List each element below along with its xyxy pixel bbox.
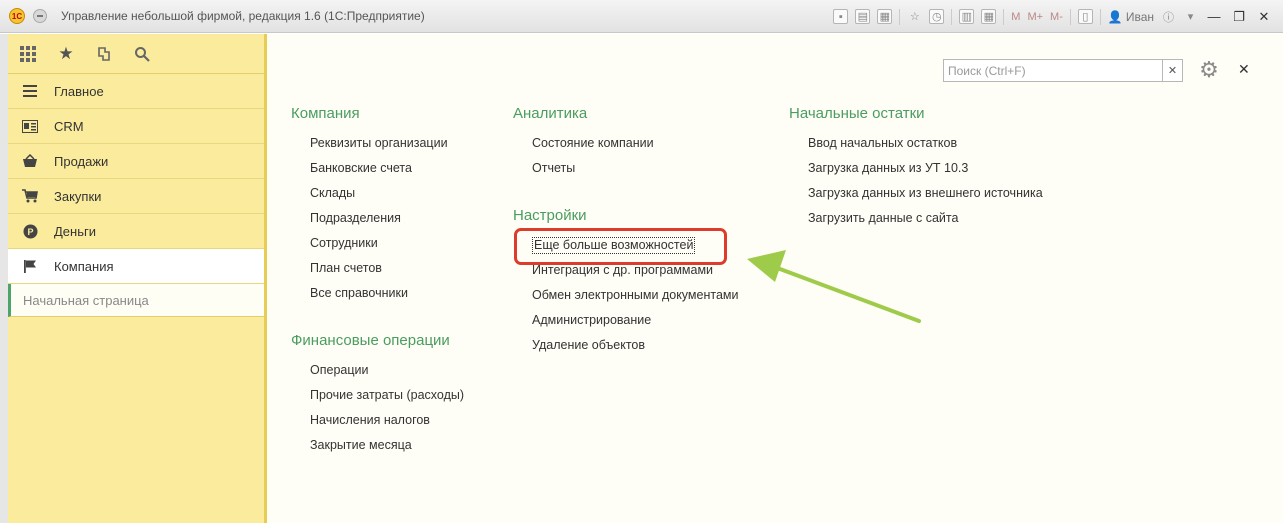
link-month-closing[interactable]: Закрытие месяца	[291, 433, 464, 458]
link-warehouses[interactable]: Склады	[291, 181, 448, 206]
link-tax-accruals[interactable]: Начисления налогов	[291, 408, 464, 433]
column-opening-balances: Начальные остатки Ввод начальных остатко…	[789, 105, 1043, 231]
start-page-tab[interactable]: Начальная страница	[8, 284, 264, 317]
column-company: Компания Реквизиты организации Банковски…	[291, 105, 448, 306]
sidebar-item-company[interactable]: Компания	[8, 249, 264, 284]
link-chart-of-accounts[interactable]: План счетов	[291, 256, 448, 281]
main-area: ✕ ⚙ ✕ Компания Реквизиты организации Бан…	[267, 34, 1283, 523]
preview-icon[interactable]: ▦	[877, 9, 893, 24]
memory-m-plus-icon[interactable]: M+	[1027, 9, 1043, 24]
link-reports[interactable]: Отчеты	[513, 156, 654, 181]
column-analytics: Аналитика Состояние компании Отчеты	[513, 105, 654, 181]
link-delete-objects[interactable]: Удаление объектов	[513, 333, 738, 358]
link-enter-opening-balances[interactable]: Ввод начальных остатков	[789, 131, 1043, 156]
memory-m-icon[interactable]: M	[1011, 9, 1020, 24]
print-icon[interactable]: ▤	[855, 9, 871, 24]
search-box: ✕	[943, 59, 1183, 82]
history-icon[interactable]: ◷	[929, 9, 945, 24]
coin-icon: P	[22, 223, 38, 239]
link-more-features[interactable]: Еще больше возможностей	[513, 233, 738, 258]
section-title-analytics: Аналитика	[513, 105, 588, 122]
section-title-company: Компания	[291, 105, 360, 122]
sidebar-item-label: CRM	[54, 118, 84, 134]
chevron-down-icon[interactable]: ▾	[1183, 9, 1198, 24]
sidebar-item-purchases[interactable]: Закупки	[8, 179, 264, 214]
link-company-state[interactable]: Состояние компании	[513, 131, 654, 156]
close-icon[interactable]: ✕	[1238, 61, 1250, 78]
favorites-icon[interactable]: ☆	[907, 9, 922, 24]
link-bank-accounts[interactable]: Банковские счета	[291, 156, 448, 181]
link-load-from-site[interactable]: Загрузить данные с сайта	[789, 206, 1043, 231]
link-org-details[interactable]: Реквизиты организации	[291, 131, 448, 156]
sidebar-item-label: Продажи	[54, 153, 109, 169]
flag-icon	[22, 258, 38, 274]
sidebar-item-crm[interactable]: CRM	[8, 109, 264, 144]
link-departments[interactable]: Подразделения	[291, 206, 448, 231]
link-employees[interactable]: Сотрудники	[291, 231, 448, 256]
link-load-from-ut[interactable]: Загрузка данных из УТ 10.3	[789, 156, 1043, 181]
link-edi-exchange[interactable]: Обмен электронными документами	[513, 283, 738, 308]
link-administration[interactable]: Администрирование	[513, 308, 738, 333]
sidebar-item-label: Главное	[54, 83, 104, 99]
title-bar: 1С Управление небольшой фирмой, редакция…	[0, 0, 1283, 33]
sidebar-item-money[interactable]: P Деньги	[8, 214, 264, 249]
sidebar-toolbar: ★	[8, 34, 264, 74]
history-icon[interactable]	[94, 44, 114, 64]
cart-icon	[22, 188, 38, 204]
column-settings: Настройки Еще больше возможностей Интегр…	[513, 207, 738, 358]
column-finance: Финансовые операции Операции Прочие затр…	[291, 332, 464, 458]
menu-lines-icon	[22, 83, 38, 99]
sidebar-item-sales[interactable]: Продажи	[8, 144, 264, 179]
link-other-expenses[interactable]: Прочие затраты (расходы)	[291, 383, 464, 408]
calendar-icon[interactable]: ▦	[981, 9, 997, 24]
sidebar-item-main[interactable]: Главное	[8, 74, 264, 109]
section-title-finance: Финансовые операции	[291, 332, 450, 349]
app-logo-icon[interactable]: 1С	[9, 8, 25, 24]
sidebar-item-label: Компания	[54, 258, 114, 274]
search-icon[interactable]	[132, 44, 152, 64]
calculator-icon[interactable]: ▥	[959, 9, 975, 24]
gear-icon[interactable]: ⚙	[1196, 57, 1222, 83]
search-input[interactable]	[944, 60, 1162, 81]
user-icon: 👤	[1107, 9, 1123, 24]
sidebar-item-label: Закупки	[54, 188, 102, 204]
sidebar-item-label: Деньги	[54, 223, 96, 239]
info-icon[interactable]: ⓘ	[1161, 9, 1176, 24]
link-integration[interactable]: Интеграция с др. программами	[513, 258, 738, 283]
main-menu-icon[interactable]	[33, 9, 47, 23]
minimize-icon[interactable]: —	[1205, 9, 1223, 25]
section-title-opening: Начальные остатки	[789, 105, 925, 122]
restore-icon[interactable]: ❐	[1230, 9, 1248, 25]
sections-panel: ★ Главное CRM Продажи Закупки P Деньги К…	[0, 34, 267, 523]
svg-text:P: P	[27, 227, 33, 237]
start-page-label: Начальная страница	[23, 292, 149, 308]
apps-grid-icon[interactable]	[18, 44, 38, 64]
link-all-catalogs[interactable]: Все справочники	[291, 281, 448, 306]
memory-m-minus-icon[interactable]: M-	[1050, 9, 1063, 24]
panels-icon[interactable]: ▯	[1077, 9, 1093, 24]
current-user[interactable]: 👤 Иван	[1108, 10, 1154, 24]
close-window-icon[interactable]: ✕	[1255, 9, 1273, 25]
section-title-settings: Настройки	[513, 207, 587, 224]
basket-icon	[22, 153, 38, 169]
link-operations[interactable]: Операции	[291, 358, 464, 383]
save-icon[interactable]: ▪	[833, 9, 849, 24]
link-load-external[interactable]: Загрузка данных из внешнего источника	[789, 181, 1043, 206]
user-name: Иван	[1125, 9, 1154, 24]
favorites-star-icon[interactable]: ★	[56, 44, 76, 64]
contact-card-icon	[22, 118, 38, 134]
clear-search-icon[interactable]: ✕	[1162, 60, 1182, 81]
link-more-features-label: Еще больше возможностей	[532, 237, 696, 254]
window-title: Управление небольшой фирмой, редакция 1.…	[61, 9, 425, 23]
title-bar-tools: ▪ ▤ ▦ ☆ ◷ ▥ ▦ M M+ M- ▯ 👤 Иван ⓘ ▾ — ❐ ✕	[833, 0, 1273, 33]
